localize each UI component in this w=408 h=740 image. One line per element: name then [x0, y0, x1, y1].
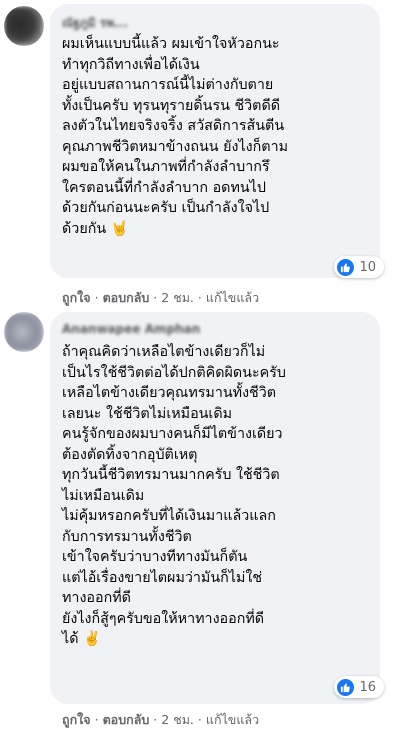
comment-text-line-end: ได้ [62, 631, 79, 647]
separator-dot: · [197, 290, 202, 305]
comment-text-line: ผมขอให้คนในภาพที่กำลังลำบากรึ [62, 159, 270, 175]
comment-text-line: ลงตัวในไทยจริงจริ้ง สวัสดิการส้นตีน [62, 118, 285, 134]
comment-bubble: ณัฐภูมิ รพ... ผมเห็นแบบนี้แล้ว ผมเข้าใจห… [50, 4, 384, 278]
comment-text-line: ใครตอนนี้ที่กำลังลำบาก อดทนไป [62, 179, 266, 196]
reply-link[interactable]: ตอบกลับ [103, 290, 150, 305]
separator-dot: · [94, 290, 99, 305]
comment: Ananwapee Amphan ถ้าคุณคิดว่าเหลือไตข้าง… [0, 312, 408, 740]
comment: ณัฐภูมิ รพ... ผมเห็นแบบนี้แล้ว ผมเข้าใจห… [0, 0, 408, 305]
reaction-count: 10 [359, 259, 376, 275]
comment-text-line: ทำทุกวิถีทางเพื่อได้เงิน [62, 56, 200, 73]
comment-text-line: ไม่เหมือนเดิม [62, 487, 145, 504]
comment-author[interactable]: Ananwapee Amphan [62, 322, 366, 338]
avatar[interactable] [4, 312, 44, 352]
avatar[interactable] [4, 6, 44, 46]
comment-text-line: คนรู้จักของผมบางคนก็มีไตข้างเดียว [62, 426, 283, 442]
comment-text-line: อยู่แบบสถานการณ์นี้ไม่ต่างกับตาย [62, 77, 274, 93]
thumbs-up-icon [337, 678, 355, 696]
reaction-count-badge[interactable]: 10 [334, 256, 384, 278]
comment-bubble: Ananwapee Amphan ถ้าคุณคิดว่าเหลือไตข้าง… [50, 312, 384, 704]
comment-actions: ถูกใจ · ตอบกลับ · 2 ชม. · แก้ไขแล้ว [62, 710, 259, 730]
edited-label[interactable]: แก้ไขแล้ว [206, 290, 259, 305]
comment-text-line: เลยนะ ใช้ชีวิตไม่เหมือนเดิม [62, 405, 233, 422]
comment-text-line: ด้วยกัน 🤘 [62, 219, 366, 240]
separator-dot: · [153, 290, 158, 305]
comment-text-line-end: ด้วยกัน [62, 220, 107, 237]
comment-text-line: ต้องตัดทิ้งจากอุบัติเหตุ [62, 446, 198, 463]
reaction-count: 16 [359, 679, 376, 695]
separator-dot: · [94, 712, 99, 727]
reaction-count-badge[interactable]: 16 [334, 676, 384, 698]
comment-text-line: เป็นไรใช้ชีวิตต่อได้ปกติคิดผิดนะครับ [62, 364, 286, 381]
edited-label[interactable]: แก้ไขแล้ว [206, 712, 259, 727]
reply-link[interactable]: ตอบกลับ [103, 712, 150, 727]
separator-dot: · [153, 712, 158, 727]
comment-text-line: ทั้งเป็นครับ ทุรนทุรายดิ้นรน ชีวิตดีดี [62, 97, 281, 114]
comment-text-line: ผมเห็นแบบนี้แล้ว ผมเข้าใจหัวอกนะ [62, 36, 280, 52]
comment-text-line: คุณภาพชีวิตหมาข้างถนน ยังไงก็ตาม [62, 138, 289, 155]
separator-dot: · [197, 712, 202, 727]
comment-text-line: ถ้าคุณคิดว่าเหลือไตข้างเดียวก็ไม่ [62, 344, 266, 360]
comment-text-line: กับการทรมานทั้งชีวิต [62, 528, 192, 545]
like-link[interactable]: ถูกใจ [62, 712, 91, 727]
comment-text-line: ทุกวันนี้ชีวิตทรมานมากครับ ใช้ชีวิต [62, 467, 280, 483]
horns-emoji: 🤘 [110, 220, 129, 237]
comment-actions: ถูกใจ · ตอบกลับ · 2 ชม. · แก้ไขแล้ว [62, 288, 259, 308]
victory-hand-emoji: ✌️ [83, 631, 101, 647]
comment-text-line: เข้าใจครับว่าบางทีทางมันก็ตัน [62, 549, 248, 565]
comment-text-line: แต่ไอ้เรื่องขายไตผมว่ามันก็ไม่ใช่ [62, 569, 263, 586]
comment-text-line: ทางออกที่ดี [62, 590, 131, 606]
comment-time[interactable]: 2 ชม. [161, 712, 194, 727]
comment-text-line: ไม่คุ้มหรอกครับที่ได้เงินมาแล้วแลก [62, 508, 276, 524]
comment-text-line: ด้วยกันก่อนนะครับ เป็นกำลังใจไป [62, 200, 270, 216]
comment-author[interactable]: ณัฐภูมิ รพ... [62, 14, 366, 30]
like-link[interactable]: ถูกใจ [62, 290, 91, 305]
comment-time[interactable]: 2 ชม. [161, 290, 194, 305]
thumbs-up-icon [337, 258, 355, 276]
comment-text-line: เหลือไตข้างเดียวคุณทรมานทั้งชีวิต [62, 385, 277, 401]
comment-text-line: ยังไงก็สู้ๆครับขอให้หาทางออกที่ดี [62, 610, 265, 627]
comment-text-line: ได้ ✌️ [62, 629, 366, 650]
